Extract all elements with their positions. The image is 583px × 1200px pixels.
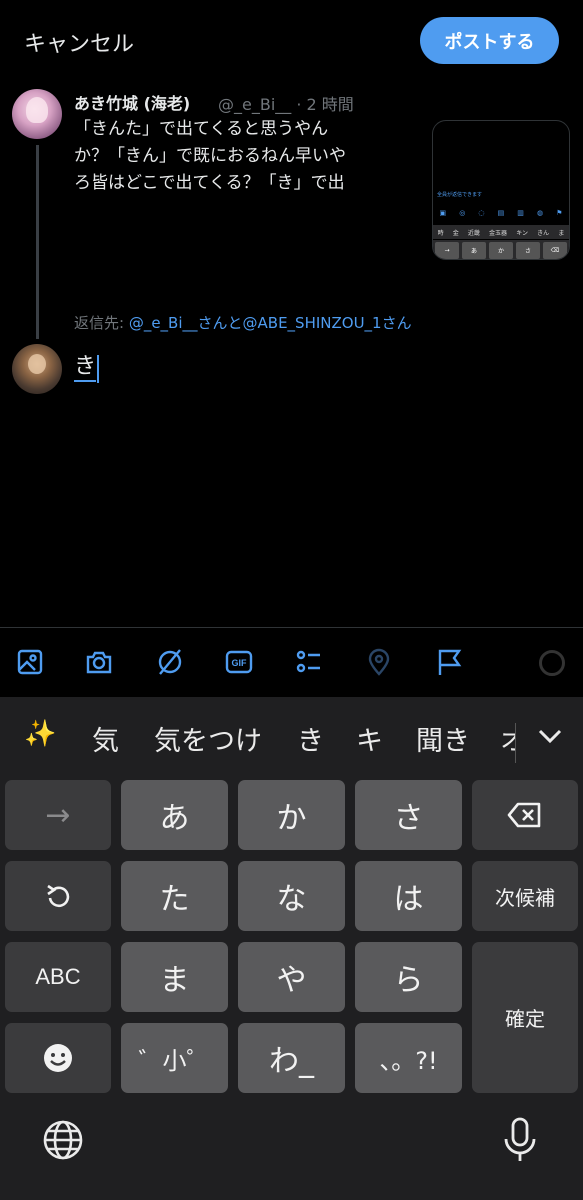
gif-icon[interactable]: GIF (224, 642, 254, 682)
thumb-suggestion: きん (537, 229, 550, 237)
key-ya[interactable]: や (238, 942, 345, 1012)
thumb-key: さ (516, 242, 540, 259)
emoji-icon (44, 1044, 72, 1072)
thumb-suggestion: 金玉器 (489, 229, 508, 237)
suggestion-bar: ✨ 気 気をつけ き キ 聞き オ (0, 697, 583, 777)
thumb-suggestions: 時 金 近畿 金玉器 キン きん ま (433, 225, 569, 239)
suggestion-item[interactable]: キ (356, 719, 383, 758)
poll-icon[interactable] (294, 642, 324, 682)
suggestion-item[interactable]: 気をつけ (154, 719, 262, 758)
location-icon (364, 642, 394, 682)
suggestion-item[interactable]: き (297, 719, 324, 758)
key-na[interactable]: な (238, 861, 345, 931)
next-candidate-key[interactable]: 次候補 (472, 861, 578, 931)
dakuten-small-key[interactable]: ゛小゜ (121, 1023, 228, 1093)
thumb-key: あ (462, 242, 486, 259)
key-ra[interactable]: ら (355, 942, 462, 1012)
sparkle-icon[interactable]: ✨ (24, 719, 56, 749)
tweet-text-line: 「きんた」で出てくると思うやん (74, 119, 329, 139)
keyboard: ✨ 気 気をつけ き キ 聞き オ → あ か さ た な は 次候補 ABC … (0, 697, 583, 1200)
key-a[interactable]: あ (121, 780, 228, 850)
confirm-key[interactable]: 確定 (472, 942, 578, 1093)
flag-icon[interactable] (434, 642, 464, 682)
punctuation-key[interactable]: 、。?! (355, 1023, 462, 1093)
thumb-key: → (435, 242, 459, 259)
key-wa[interactable]: わ_ (238, 1023, 345, 1093)
key-ta[interactable]: た (121, 861, 228, 931)
tweet-media-thumbnail[interactable]: 全員が返信できます ▣ ◎ ◌ ▤ ▥ ◍ ⚑ 時 金 近畿 金玉器 キン きん ま → あ… (432, 120, 570, 260)
suggestion-item[interactable]: オ (500, 719, 515, 758)
image-icon[interactable] (15, 642, 45, 682)
key-cursor-right[interactable]: → (5, 780, 111, 850)
camera-icon[interactable] (84, 642, 114, 682)
thumb-banner: 全員が返信できます (437, 192, 483, 198)
key-ka[interactable]: か (238, 780, 345, 850)
my-avatar (12, 344, 62, 394)
globe-icon[interactable] (42, 1119, 84, 1161)
chevron-down-icon[interactable] (535, 721, 565, 751)
tweet-text-line: か？「きん」で既におるねん早いや (74, 146, 346, 166)
post-button[interactable]: ポストする (420, 17, 559, 64)
thumb-suggestion: 金 (452, 229, 459, 237)
emoji-key[interactable] (5, 1023, 111, 1093)
reply-to-label: 返信先: (74, 314, 129, 332)
thumb-suggestion: 近畿 (467, 229, 480, 237)
compose-toolbar: GIF (0, 627, 583, 697)
suggestion-item[interactable]: 気 (92, 719, 119, 758)
thumb-suggestion: ま (558, 229, 565, 237)
key-ha[interactable]: は (355, 861, 462, 931)
undo-key[interactable] (5, 861, 111, 931)
abc-key[interactable]: ABC (5, 942, 111, 1012)
thumb-key: か (489, 242, 513, 259)
text-cursor (97, 355, 99, 383)
microphone-icon[interactable] (503, 1117, 537, 1163)
thread-line (36, 145, 39, 339)
thumb-toolbar: ▣ ◎ ◌ ▤ ▥ ◍ ⚑ (439, 209, 563, 217)
thumb-suggestion: 時 (437, 229, 444, 237)
tweet-author-handle: @_e_Bi__ · 2 時間 (218, 95, 354, 114)
cancel-button[interactable]: キャンセル (24, 26, 134, 58)
thumb-keys: → あ か さ ⌫ (433, 240, 569, 259)
undo-icon (47, 884, 70, 908)
tweet-text: 「きんた」で出てくると思うやん か？「きん」で既におるねん早いや ろ皆はどこで出… (74, 116, 394, 197)
suggestion-divider (515, 723, 516, 763)
backspace-icon (507, 802, 541, 828)
svg-text:GIF: GIF (232, 658, 248, 668)
reply-to-line[interactable]: 返信先: @_e_Bi__さんと@ABE_SHINZOU_1さん (74, 312, 412, 333)
avatar[interactable] (12, 89, 62, 139)
thumb-key: ⌫ (543, 242, 567, 259)
suggestion-item[interactable]: 聞き (416, 719, 470, 758)
key-sa[interactable]: さ (355, 780, 462, 850)
tweet-author-name: あき竹城 (海老) (74, 94, 191, 113)
backspace-key[interactable] (472, 780, 578, 850)
tweet-text-line: ろ皆はどこで出てくる？「き」で出 (74, 173, 345, 193)
reply-to-users[interactable]: @_e_Bi__さんと@ABE_SHINZOU_1さん (129, 314, 412, 332)
thumb-suggestion: キン (516, 229, 529, 237)
key-ma[interactable]: ま (121, 942, 228, 1012)
grok-icon[interactable] (155, 642, 185, 682)
character-count-ring (539, 650, 565, 676)
compose-input[interactable]: き (74, 354, 97, 382)
